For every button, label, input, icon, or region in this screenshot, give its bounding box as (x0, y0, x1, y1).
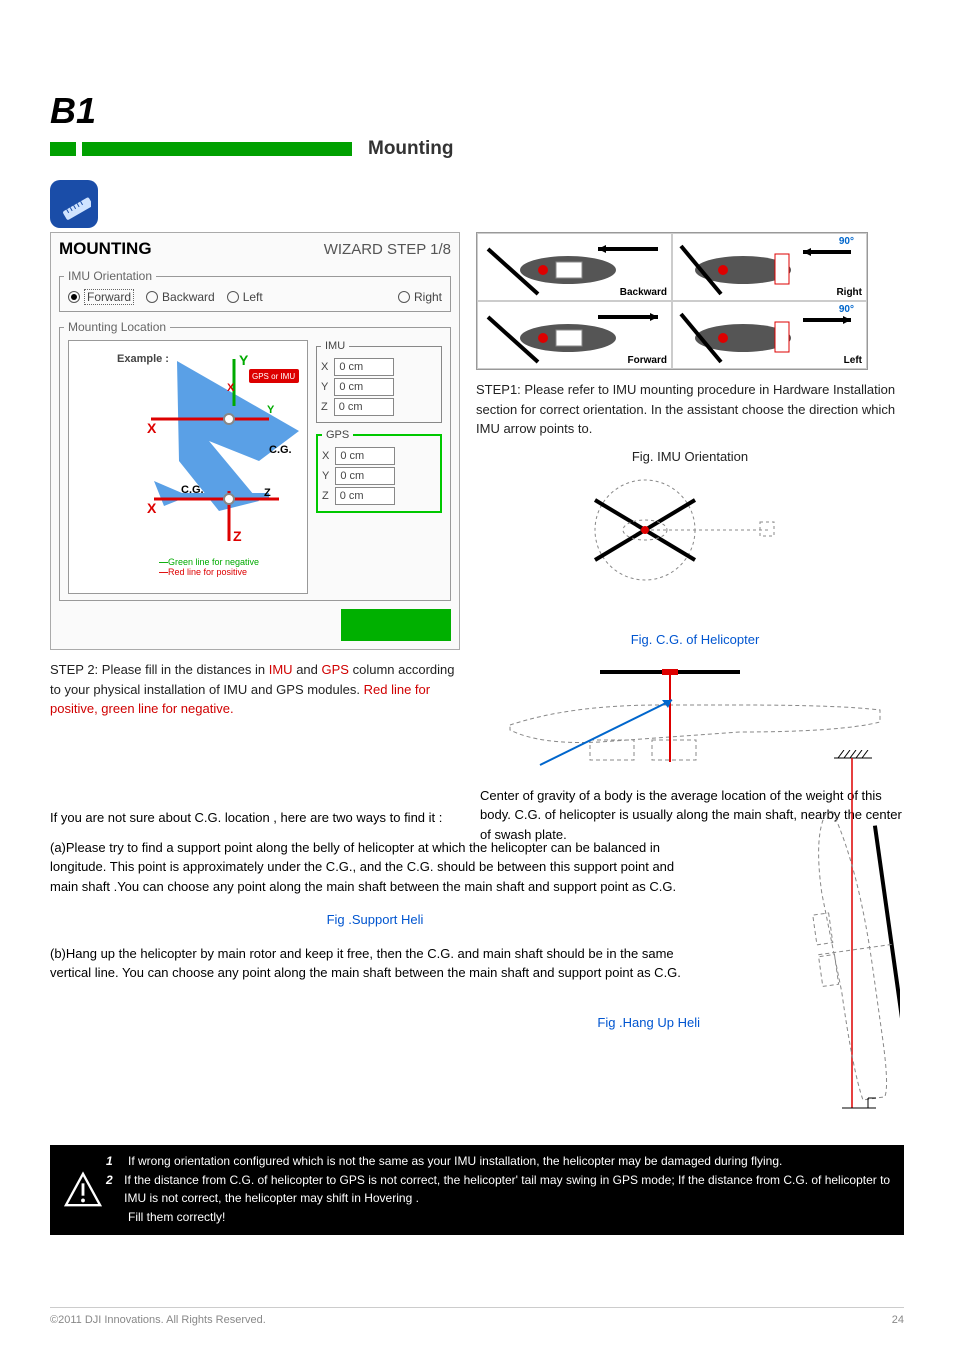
bar-accent-long (82, 142, 352, 156)
ori-cell-forward: Forward (477, 301, 672, 369)
y-label: Y (322, 470, 329, 482)
ori-label-backward: Backward (620, 287, 667, 298)
pos-line-text: Red line for positive (168, 567, 247, 577)
step2-gps-word: GPS (322, 662, 349, 677)
y-label: Y (321, 381, 328, 393)
ori-cell-left: 90° Left (672, 301, 867, 369)
step1-text: STEP1: Please refer to IMU mounting proc… (476, 380, 904, 439)
imu-z-input[interactable]: 0 cm (334, 398, 394, 416)
cg-top-figure (480, 470, 810, 630)
ori-deg-left: 90° (839, 304, 854, 315)
support-a: (a)Please try to find a support point al… (50, 838, 700, 897)
page-footer: ©2011 DJI Innovations. All Rights Reserv… (50, 1307, 904, 1326)
support-title: If you are not sure about C.G. location … (50, 808, 700, 828)
example-label: Example : (117, 353, 169, 365)
mounting-panel: MOUNTING WIZARD STEP 1/8 IMU Orientation… (50, 232, 460, 650)
section-title: Mounting (368, 138, 453, 160)
svg-text:C.G.: C.G. (181, 484, 204, 496)
svg-text:C.G.: C.G. (269, 444, 292, 456)
imu-y-input[interactable]: 0 cm (334, 378, 394, 396)
svg-text:GPS or IMU: GPS or IMU (252, 372, 295, 381)
imu-legend: IMU (321, 340, 349, 352)
section-id: B1 (50, 90, 904, 132)
fig-caption-support: Fig .Support Heli (50, 910, 700, 930)
x-label: X (321, 361, 328, 373)
z-label: Z (321, 401, 328, 413)
imu-orientation-figure: Backward 90° Right Forward 90° Left (476, 232, 868, 370)
x-label: X (322, 450, 329, 462)
ori-label-right: Right (836, 287, 862, 298)
mounting-location-legend: Mounting Location (64, 320, 170, 334)
svg-text:Z: Z (264, 487, 271, 499)
support-note: If you are not sure about C.G. location … (50, 808, 700, 1032)
radio-backward[interactable]: Backward (142, 287, 219, 307)
step2-text: STEP 2: Please fill in the distances in … (50, 660, 460, 719)
svg-text:Y: Y (267, 404, 275, 416)
warn-row-1: If wrong orientation configured which is… (128, 1153, 782, 1170)
radio-forward[interactable]: Forward (64, 287, 138, 307)
warn-row-num-1: 1 (106, 1153, 120, 1170)
warn-row-num-2: 2 (106, 1172, 116, 1207)
support-b: (b)Hang up the helicopter by main rotor … (50, 944, 700, 983)
svg-text:X: X (227, 382, 235, 394)
svg-text:Y: Y (239, 352, 249, 368)
svg-text:Z: Z (233, 528, 242, 544)
warn-row-2b: Fill them correctly! (128, 1209, 225, 1226)
next-button[interactable] (341, 609, 451, 641)
neg-line-text: Green line for negative (168, 557, 259, 567)
radio-backward-label: Backward (162, 290, 215, 304)
warning-box: 1 If wrong orientation configured which i… (50, 1145, 904, 1235)
gps-legend: GPS (322, 429, 353, 441)
imu-fields: IMU X 0 cm Y 0 cm Z 0 cm (316, 340, 442, 423)
fig-caption-cg: Fig. C.G. of Helicopter (480, 630, 910, 650)
footer-copyright: ©2011 DJI Innovations. All Rights Reserv… (50, 1314, 266, 1326)
fig-caption-orientation: Fig. IMU Orientation (476, 447, 904, 467)
gps-x-input[interactable]: 0 cm (335, 447, 395, 465)
ori-label-left: Left (844, 355, 862, 366)
wizard-step: WIZARD STEP 1/8 (324, 241, 451, 258)
radio-forward-label: Forward (84, 289, 134, 305)
gps-y-input[interactable]: 0 cm (335, 467, 395, 485)
warning-icon (60, 1151, 106, 1229)
radio-right-label: Right (414, 290, 442, 304)
svg-text:X: X (147, 420, 157, 436)
warn-row-2a: If the distance from C.G. of helicopter … (124, 1172, 894, 1207)
radio-left-label: Left (243, 290, 263, 304)
bar-accent-small (50, 142, 76, 156)
gps-fields: GPS X 0 cm Y 0 cm Z 0 cm (316, 429, 442, 513)
z-label: Z (322, 490, 329, 502)
ori-deg-right: 90° (839, 236, 854, 247)
section-bar: Mounting (50, 138, 904, 160)
radio-dot-icon (398, 291, 410, 303)
mounting-title: MOUNTING (59, 239, 152, 259)
radio-dot-icon (227, 291, 239, 303)
radio-right[interactable]: Right (394, 287, 446, 307)
step2-imu-word: IMU (269, 662, 293, 677)
footer-page-number: 24 (892, 1314, 904, 1326)
ori-label-forward: Forward (628, 355, 667, 366)
example-diagram: Example : GPS or IMU Y X X Y (68, 340, 308, 594)
fig-caption-hang: Fig .Hang Up Heli (50, 1013, 700, 1033)
imu-x-input[interactable]: 0 cm (334, 358, 394, 376)
radio-dot-icon (68, 291, 80, 303)
radio-dot-icon (146, 291, 158, 303)
warn-row-num-blank (106, 1209, 120, 1226)
ori-cell-backward: Backward (477, 233, 672, 301)
ori-cell-right: 90° Right (672, 233, 867, 301)
imu-orientation-group: IMU Orientation Forward Backward Left Ri… (59, 269, 451, 312)
hang-figure (780, 750, 900, 1120)
gps-z-input[interactable]: 0 cm (335, 487, 395, 505)
mounting-location-group: Mounting Location Example : GPS or IMU Y (59, 320, 451, 601)
step2-lead: STEP 2: Please fill in the distances in (50, 662, 265, 677)
ruler-icon (50, 180, 98, 228)
radio-left[interactable]: Left (223, 287, 267, 307)
imu-orientation-legend: IMU Orientation (64, 269, 156, 283)
svg-text:X: X (147, 500, 157, 516)
